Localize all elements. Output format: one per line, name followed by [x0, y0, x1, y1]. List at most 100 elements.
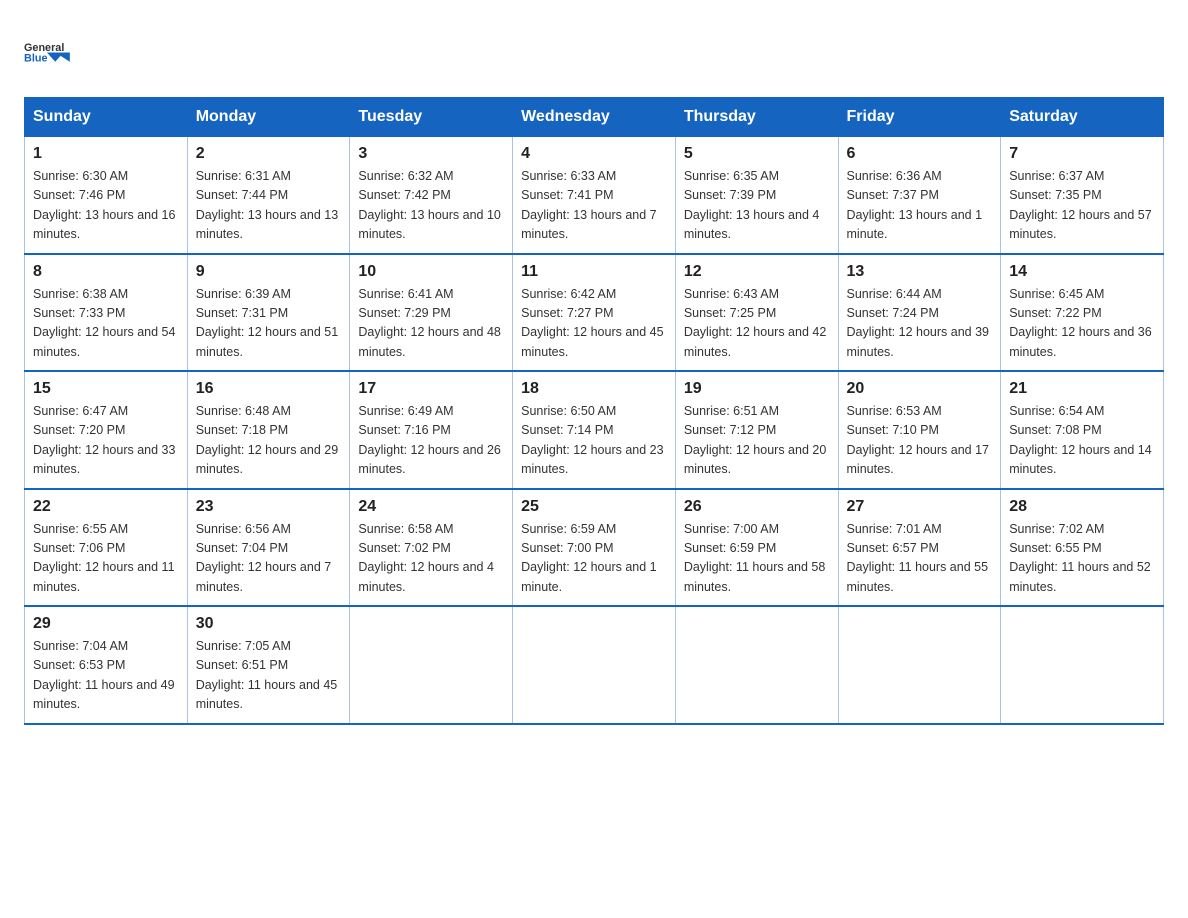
calendar-cell: 21Sunrise: 6:54 AMSunset: 7:08 PMDayligh…: [1001, 371, 1164, 489]
calendar-cell: 17 Sunrise: 6:49 AMSunset: 7:16 PMDayligh…: [350, 371, 513, 489]
day-number: 19: [684, 380, 830, 398]
day-number: 3: [358, 145, 504, 163]
calendar-cell: 16 Sunrise: 6:48 AMSunset: 7:18 PMDayligh…: [187, 371, 350, 489]
calendar-cell: 11 Sunrise: 6:42 AMSunset: 7:27 PMDayligh…: [513, 254, 676, 372]
logo: General Blue: [24, 24, 74, 79]
day-number: 21: [1009, 380, 1155, 398]
day-number: 1: [33, 145, 179, 163]
day-info: Sunrise: 6:44 AMSunset: 7:24 PMDaylight:…: [847, 285, 993, 363]
svg-text:General: General: [24, 42, 64, 54]
day-info: Sunrise: 6:59 AMSunset: 7:00 PMDaylight:…: [521, 520, 667, 598]
calendar-cell: 13 Sunrise: 6:44 AMSunset: 7:24 PMDayligh…: [838, 254, 1001, 372]
day-info: Sunrise: 6:56 AMSunset: 7:04 PMDaylight:…: [196, 520, 342, 598]
weekday-header-wednesday: Wednesday: [513, 98, 676, 137]
day-number: 24: [358, 498, 504, 516]
day-info: Sunrise: 6:43 AMSunset: 7:25 PMDaylight:…: [684, 285, 830, 363]
calendar-cell: [675, 606, 838, 724]
day-info: Sunrise: 6:45 AMSunset: 7:22 PMDaylight:…: [1009, 285, 1155, 363]
day-info: Sunrise: 7:00 AMSunset: 6:59 PMDaylight:…: [684, 520, 830, 598]
day-number: 25: [521, 498, 667, 516]
day-number: 22: [33, 498, 179, 516]
day-number: 29: [33, 615, 179, 633]
weekday-header-friday: Friday: [838, 98, 1001, 137]
day-info: Sunrise: 6:50 AMSunset: 7:14 PMDaylight:…: [521, 402, 667, 480]
day-info: Sunrise: 6:30 AMSunset: 7:46 PMDaylight:…: [33, 167, 179, 245]
weekday-header-thursday: Thursday: [675, 98, 838, 137]
calendar-cell: 18 Sunrise: 6:50 AMSunset: 7:14 PMDayligh…: [513, 371, 676, 489]
weekday-header-monday: Monday: [187, 98, 350, 137]
day-number: 17: [358, 380, 504, 398]
calendar-cell: 20 Sunrise: 6:53 AMSunset: 7:10 PMDayligh…: [838, 371, 1001, 489]
day-info: Sunrise: 6:39 AMSunset: 7:31 PMDaylight:…: [196, 285, 342, 363]
day-info: Sunrise: 6:42 AMSunset: 7:27 PMDaylight:…: [521, 285, 667, 363]
calendar-cell: 19 Sunrise: 6:51 AMSunset: 7:12 PMDayligh…: [675, 371, 838, 489]
weekday-header-saturday: Saturday: [1001, 98, 1164, 137]
page-header: General Blue: [24, 24, 1164, 79]
calendar-cell: 28Sunrise: 7:02 AMSunset: 6:55 PMDayligh…: [1001, 489, 1164, 607]
calendar-cell: 23 Sunrise: 6:56 AMSunset: 7:04 PMDayligh…: [187, 489, 350, 607]
calendar-cell: 9 Sunrise: 6:39 AMSunset: 7:31 PMDaylight…: [187, 254, 350, 372]
day-info: Sunrise: 6:32 AMSunset: 7:42 PMDaylight:…: [358, 167, 504, 245]
calendar-cell: [350, 606, 513, 724]
day-info: Sunrise: 6:58 AMSunset: 7:02 PMDaylight:…: [358, 520, 504, 598]
calendar-cell: 22 Sunrise: 6:55 AMSunset: 7:06 PMDayligh…: [25, 489, 188, 607]
calendar-week-row: 8Sunrise: 6:38 AMSunset: 7:33 PMDaylight…: [25, 254, 1164, 372]
calendar-cell: 30 Sunrise: 7:05 AMSunset: 6:51 PMDayligh…: [187, 606, 350, 724]
calendar-cell: 26 Sunrise: 7:00 AMSunset: 6:59 PMDayligh…: [675, 489, 838, 607]
calendar-cell: 24 Sunrise: 6:58 AMSunset: 7:02 PMDayligh…: [350, 489, 513, 607]
day-info: Sunrise: 6:31 AMSunset: 7:44 PMDaylight:…: [196, 167, 342, 245]
calendar-cell: 6 Sunrise: 6:36 AMSunset: 7:37 PMDaylight…: [838, 137, 1001, 254]
day-info: Sunrise: 6:51 AMSunset: 7:12 PMDaylight:…: [684, 402, 830, 480]
day-info: Sunrise: 7:01 AMSunset: 6:57 PMDaylight:…: [847, 520, 993, 598]
day-number: 4: [521, 145, 667, 163]
day-number: 20: [847, 380, 993, 398]
day-number: 26: [684, 498, 830, 516]
day-number: 5: [684, 145, 830, 163]
day-info: Sunrise: 6:53 AMSunset: 7:10 PMDaylight:…: [847, 402, 993, 480]
calendar-week-row: 22 Sunrise: 6:55 AMSunset: 7:06 PMDayligh…: [25, 489, 1164, 607]
day-info: Sunrise: 6:55 AMSunset: 7:06 PMDaylight:…: [33, 520, 179, 598]
calendar-cell: [513, 606, 676, 724]
day-number: 8: [33, 263, 179, 281]
day-info: Sunrise: 7:05 AMSunset: 6:51 PMDaylight:…: [196, 637, 342, 715]
calendar-cell: 12 Sunrise: 6:43 AMSunset: 7:25 PMDayligh…: [675, 254, 838, 372]
calendar-cell: 5 Sunrise: 6:35 AMSunset: 7:39 PMDaylight…: [675, 137, 838, 254]
calendar-week-row: 15 Sunrise: 6:47 AMSunset: 7:20 PMDayligh…: [25, 371, 1164, 489]
day-number: 23: [196, 498, 342, 516]
svg-text:Blue: Blue: [24, 53, 47, 65]
day-number: 16: [196, 380, 342, 398]
calendar-cell: 3 Sunrise: 6:32 AMSunset: 7:42 PMDaylight…: [350, 137, 513, 254]
calendar-cell: 29 Sunrise: 7:04 AMSunset: 6:53 PMDayligh…: [25, 606, 188, 724]
weekday-header-sunday: Sunday: [25, 98, 188, 137]
calendar-cell: 2Sunrise: 6:31 AMSunset: 7:44 PMDaylight…: [187, 137, 350, 254]
day-info: Sunrise: 6:48 AMSunset: 7:18 PMDaylight:…: [196, 402, 342, 480]
day-number: 18: [521, 380, 667, 398]
day-info: Sunrise: 6:36 AMSunset: 7:37 PMDaylight:…: [847, 167, 993, 245]
day-number: 7: [1009, 145, 1155, 163]
day-number: 27: [847, 498, 993, 516]
logo-svg: General Blue: [24, 24, 74, 79]
day-number: 28: [1009, 498, 1155, 516]
calendar-cell: 10Sunrise: 6:41 AMSunset: 7:29 PMDayligh…: [350, 254, 513, 372]
calendar-cell: 14Sunrise: 6:45 AMSunset: 7:22 PMDayligh…: [1001, 254, 1164, 372]
calendar-week-row: 1 Sunrise: 6:30 AMSunset: 7:46 PMDaylight…: [25, 137, 1164, 254]
calendar-cell: 4Sunrise: 6:33 AMSunset: 7:41 PMDaylight…: [513, 137, 676, 254]
day-number: 15: [33, 380, 179, 398]
calendar-table: SundayMondayTuesdayWednesdayThursdayFrid…: [24, 97, 1164, 725]
calendar-cell: 25 Sunrise: 6:59 AMSunset: 7:00 PMDayligh…: [513, 489, 676, 607]
day-number: 10: [358, 263, 504, 281]
day-info: Sunrise: 7:04 AMSunset: 6:53 PMDaylight:…: [33, 637, 179, 715]
day-info: Sunrise: 6:49 AMSunset: 7:16 PMDaylight:…: [358, 402, 504, 480]
day-number: 9: [196, 263, 342, 281]
weekday-row: SundayMondayTuesdayWednesdayThursdayFrid…: [25, 98, 1164, 137]
calendar-cell: 7Sunrise: 6:37 AMSunset: 7:35 PMDaylight…: [1001, 137, 1164, 254]
calendar-cell: 15 Sunrise: 6:47 AMSunset: 7:20 PMDayligh…: [25, 371, 188, 489]
day-number: 11: [521, 263, 667, 281]
day-number: 13: [847, 263, 993, 281]
calendar-cell: [838, 606, 1001, 724]
day-number: 6: [847, 145, 993, 163]
day-number: 30: [196, 615, 342, 633]
day-info: Sunrise: 6:35 AMSunset: 7:39 PMDaylight:…: [684, 167, 830, 245]
day-number: 12: [684, 263, 830, 281]
day-info: Sunrise: 6:47 AMSunset: 7:20 PMDaylight:…: [33, 402, 179, 480]
